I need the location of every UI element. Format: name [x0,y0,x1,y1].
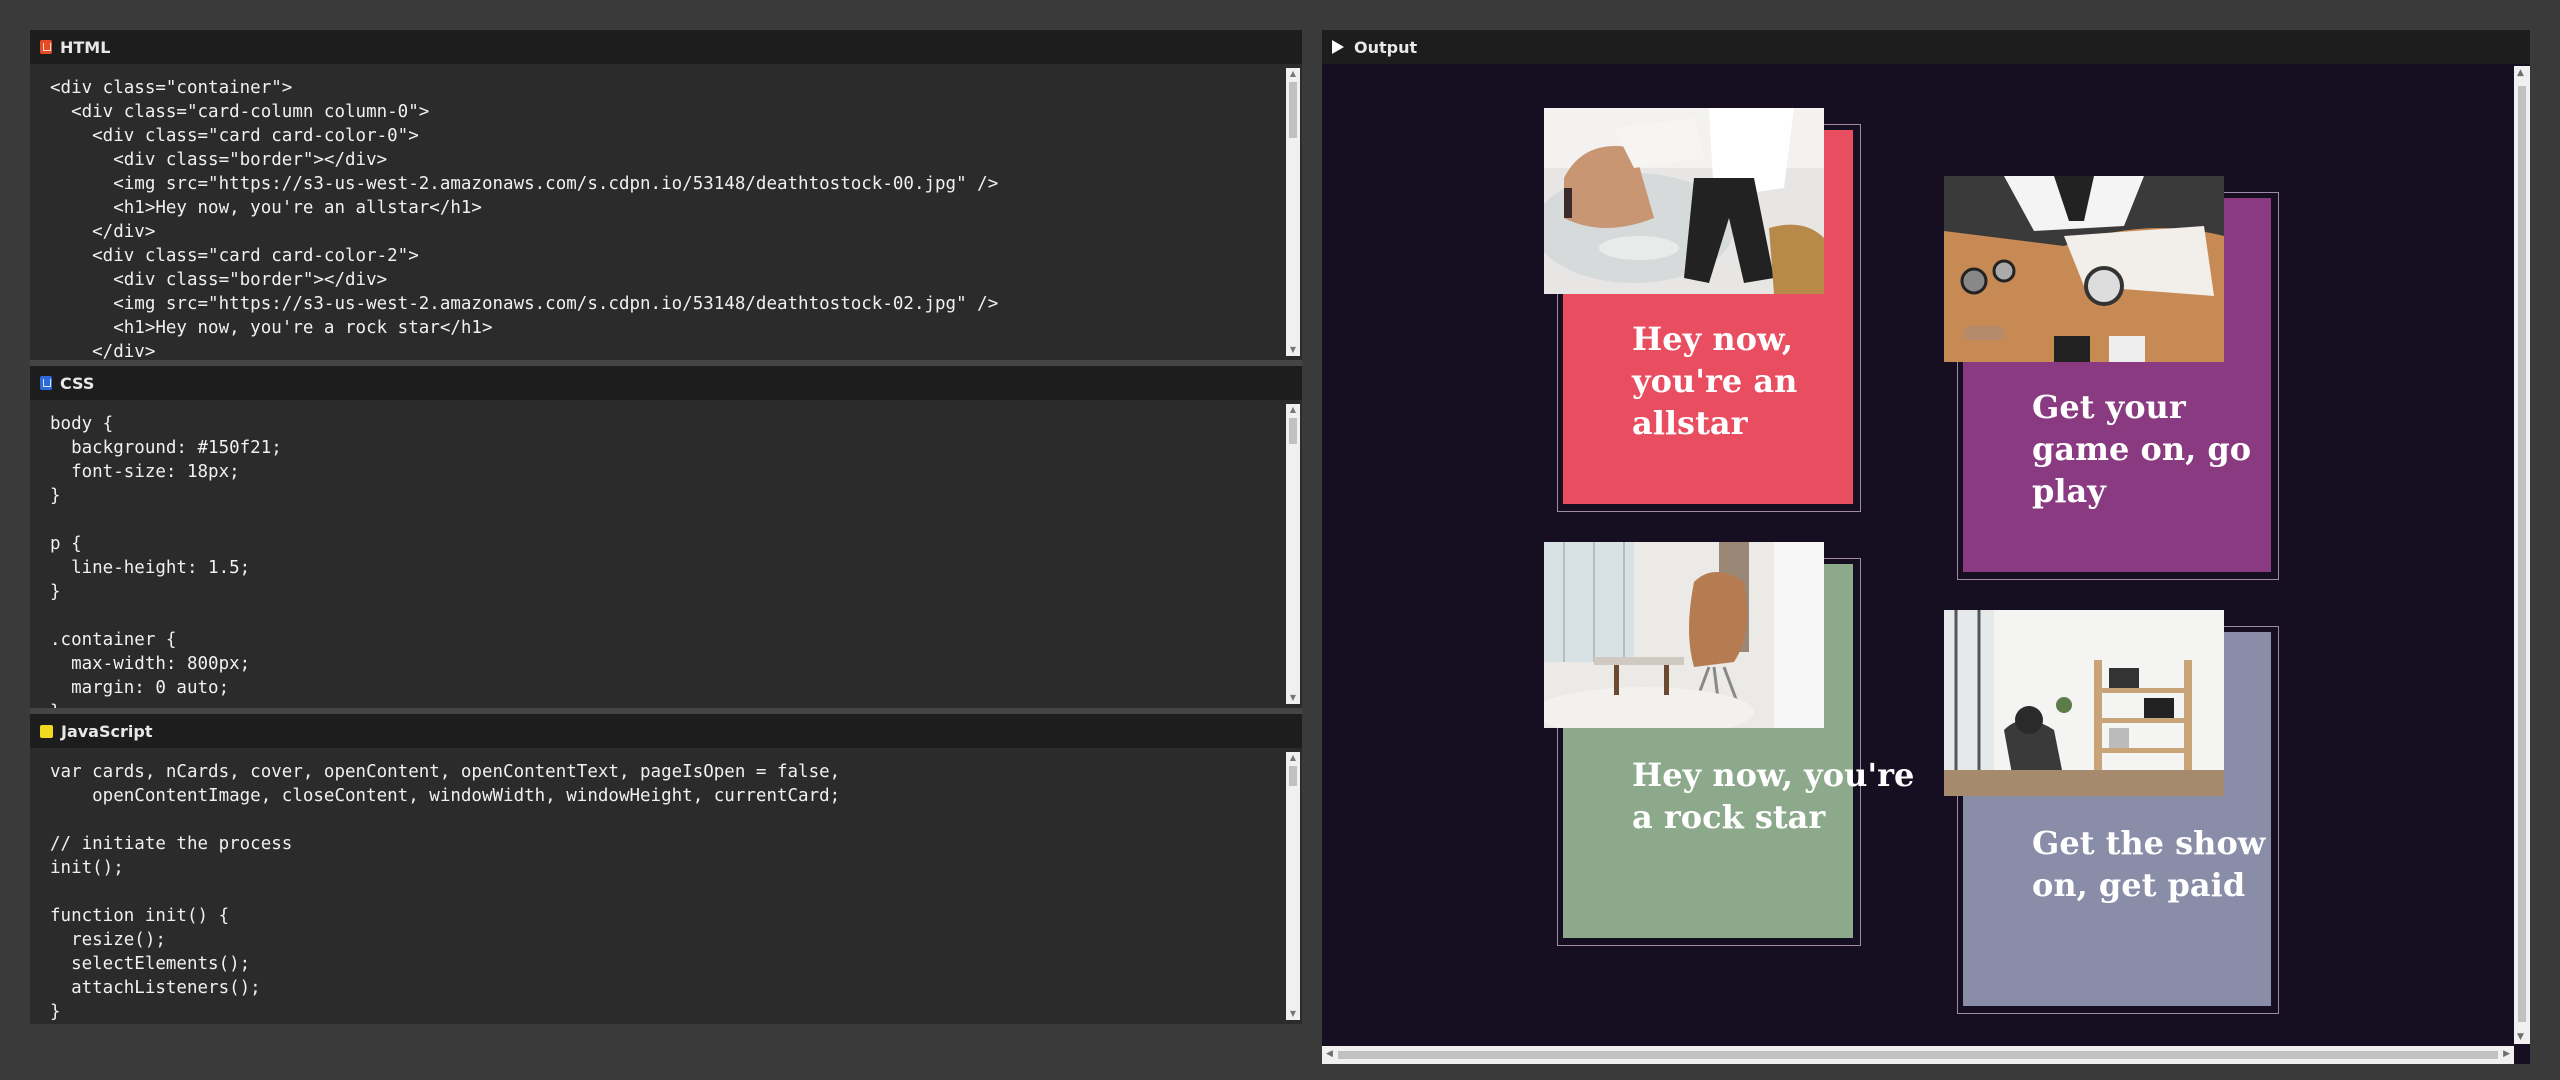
js-scrollbar[interactable]: ▲ ▼ [1286,752,1300,1020]
scrollbar-thumb[interactable] [1338,1051,2498,1059]
code-line: } [50,1002,61,1022]
code-line: <div class="border"></div> [50,150,388,170]
code-line: <img src="https://s3-us-west-2.amazonaws… [50,294,999,314]
code-line: attachListeners(); [50,978,261,998]
code-line: var cards, nCards, cover, openContent, o… [50,762,841,782]
code-line: .container { [50,630,177,650]
code-line: } [50,582,61,602]
html-code-editor[interactable]: <div class="container"> <div class="card… [30,64,1302,360]
code-editor-column: HTML <div class="container"> <div class=… [30,30,1302,1024]
css-panel-header[interactable]: CSS [30,366,1302,400]
scroll-down-arrow-icon[interactable]: ▼ [1286,692,1300,704]
code-line: </div> [50,342,156,360]
css-scrollbar[interactable]: ▲ ▼ [1286,404,1300,704]
card-heading: Get your game on, go play [2032,388,2252,510]
card-heading: Get the show on, get paid [2032,824,2266,904]
html-panel-header[interactable]: HTML [30,30,1302,64]
code-line: selectElements(); [50,954,251,974]
code-line: } [50,486,61,506]
card-image [1544,108,1824,294]
output-panel-title: Output [1354,37,1418,57]
code-line: // initiate the process [50,834,293,854]
scrollbar-thumb[interactable] [1289,766,1297,786]
scroll-up-arrow-icon[interactable]: ▲ [1286,68,1300,80]
card-image [1944,610,2224,796]
scroll-right-arrow-icon[interactable]: ▶ [2503,1049,2510,1059]
card-image [1544,542,1824,728]
js-panel: JavaScript var cards, nCards, cover, ope… [30,714,1302,1024]
output-panel: Output Hey now, you're an allstar Get yo… [1322,30,2530,1064]
css3-icon [40,376,52,390]
code-line: p { [50,534,82,554]
output-panel-header[interactable]: Output [1322,30,2530,64]
card-heading: Hey now, you're an allstar [1632,320,1798,442]
scroll-up-arrow-icon[interactable]: ▲ [2517,68,2524,78]
code-line: margin: 0 auto; [50,678,230,698]
css-panel-title: CSS [60,373,95,393]
scroll-down-arrow-icon[interactable]: ▼ [1286,344,1300,356]
code-line: <div class="container"> [50,78,293,98]
output-vertical-scrollbar[interactable]: ▲ ▼ [2514,66,2530,1044]
css-code-editor[interactable]: body { background: #150f21; font-size: 1… [30,400,1302,708]
js-code-editor[interactable]: var cards, nCards, cover, openContent, o… [30,748,1302,1024]
code-line: font-size: 18px; [50,462,240,482]
scroll-left-arrow-icon[interactable]: ◀ [1326,1049,1333,1059]
css-panel: CSS body { background: #150f21; font-siz… [30,366,1302,708]
code-line: max-width: 800px; [50,654,251,674]
scrollbar-thumb[interactable] [2518,86,2526,1022]
play-icon [1332,40,1344,54]
output-horizontal-scrollbar[interactable]: ◀ ▶ [1322,1046,2514,1064]
code-line: init(); [50,858,124,878]
card-image [1944,176,2224,362]
scroll-up-arrow-icon[interactable]: ▲ [1286,404,1300,416]
scroll-down-arrow-icon[interactable]: ▼ [2517,1032,2524,1042]
code-line: <div class="card card-color-2"> [50,246,419,266]
html-panel: HTML <div class="container"> <div class=… [30,30,1302,360]
code-line: <div class="card card-color-0"> [50,126,419,146]
code-line: openContentImage, closeContent, windowWi… [50,786,841,806]
scrollbar-thumb[interactable] [1289,418,1297,444]
scroll-down-arrow-icon[interactable]: ▼ [1286,1008,1300,1020]
code-line: body { [50,414,114,434]
javascript-icon [40,724,53,738]
code-line: <h1>Hey now, you're a rock star</h1> [50,318,493,338]
card-heading: Hey now, you're a rock star [1632,756,1915,836]
code-line: function init() { [50,906,230,926]
code-line: background: #150f21; [50,438,282,458]
scrollbar-thumb[interactable] [1289,82,1297,138]
code-line: </div> [50,222,156,242]
html-scrollbar[interactable]: ▲ ▼ [1286,68,1300,356]
js-panel-title: JavaScript [61,721,153,741]
code-line: <div class="border"></div> [50,270,388,290]
code-line: <div class="card-column column-0"> [50,102,430,122]
code-line: <img src="https://s3-us-west-2.amazonaws… [50,174,999,194]
js-panel-header[interactable]: JavaScript [30,714,1302,748]
code-line: <h1>Hey now, you're an allstar</h1> [50,198,482,218]
code-line: resize(); [50,930,166,950]
scroll-up-arrow-icon[interactable]: ▲ [1286,752,1300,764]
code-line: line-height: 1.5; [50,558,251,578]
html-panel-title: HTML [60,37,111,57]
html5-icon [40,40,52,54]
code-line: } [50,700,1302,708]
